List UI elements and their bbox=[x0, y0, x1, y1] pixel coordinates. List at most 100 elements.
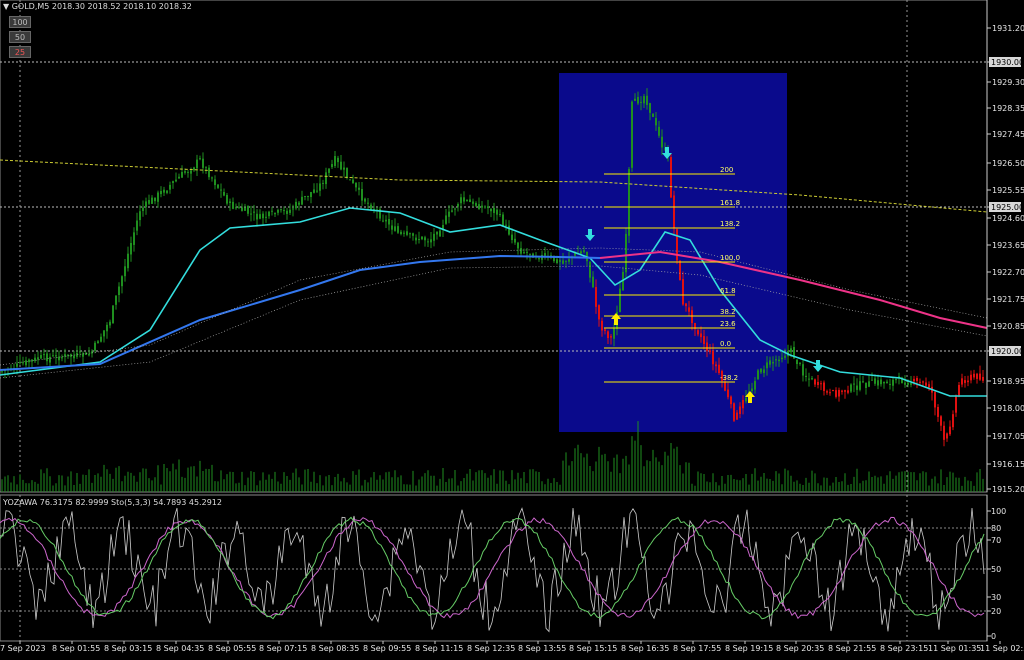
candle-body bbox=[289, 209, 291, 213]
candle-body bbox=[280, 209, 282, 211]
candle-body bbox=[355, 182, 357, 188]
candle-body bbox=[520, 248, 522, 254]
candle-body bbox=[841, 390, 843, 392]
candle-body bbox=[22, 362, 24, 364]
candle-body bbox=[295, 201, 297, 209]
candle-body bbox=[274, 213, 276, 215]
candle-body bbox=[679, 260, 681, 281]
candle-body bbox=[214, 179, 216, 186]
candle-body bbox=[940, 416, 942, 426]
time-tick-label: 8 Sep 09:55 bbox=[363, 644, 411, 653]
candle-body bbox=[832, 390, 834, 392]
candle-body bbox=[820, 383, 822, 385]
indicator-axis: 100 80 70 50 30 20 0 bbox=[986, 495, 1006, 641]
candle-body bbox=[799, 362, 801, 364]
time-tick-label: 8 Sep 08:35 bbox=[311, 644, 359, 653]
price-tick-label: 1921.75 bbox=[992, 295, 1024, 304]
candle-body bbox=[964, 380, 966, 383]
candle-body bbox=[391, 225, 393, 230]
chart-window[interactable]: 200 161.8 138.2 100.0 61.8 38.2 23.6 0.0 -38.2 1… bbox=[0, 0, 1024, 656]
candle-body bbox=[976, 373, 978, 379]
candle-body bbox=[838, 389, 840, 397]
zoom-50-button[interactable]: 50 bbox=[9, 31, 31, 43]
price-tick-label: 1927.45 bbox=[992, 130, 1024, 139]
time-axis: 7 Sep 2023 8 Sep 01:55 8 Sep 03:15 8 Sep 04… bbox=[0, 641, 1024, 653]
candle-body bbox=[877, 380, 879, 386]
price-tick-label: 1920.00 bbox=[991, 347, 1024, 356]
candle-body bbox=[517, 242, 519, 249]
candle-body bbox=[544, 253, 546, 256]
candle-body bbox=[100, 336, 102, 342]
candle-body bbox=[868, 381, 870, 387]
candle-body bbox=[607, 331, 609, 339]
candle-body bbox=[16, 363, 18, 367]
candle-body bbox=[247, 205, 249, 214]
price-chart[interactable]: 200161.8138.2100.061.838.223.60.0-38.2 1… bbox=[0, 0, 1024, 656]
candle-body bbox=[88, 353, 90, 356]
candle-body bbox=[454, 208, 456, 210]
candle-body bbox=[583, 250, 585, 252]
candle-body bbox=[604, 329, 606, 331]
candle-body bbox=[646, 95, 648, 105]
candle-body bbox=[418, 238, 420, 240]
candle-body bbox=[388, 218, 390, 225]
candle-body bbox=[739, 406, 741, 414]
fib-level-label: 23.6 bbox=[720, 320, 736, 328]
fibonacci-zone[interactable] bbox=[559, 73, 787, 432]
candle-body bbox=[658, 126, 660, 136]
indicator-tick-label: 80 bbox=[991, 524, 1001, 533]
zoom-25-button[interactable]: 25 bbox=[9, 46, 31, 58]
candle-body bbox=[190, 170, 192, 174]
candle-body bbox=[910, 383, 912, 385]
candle-body bbox=[199, 158, 201, 160]
candle-body bbox=[187, 171, 189, 173]
time-tick-label: 8 Sep 23:15 bbox=[880, 644, 928, 653]
price-axis: 1931.20 1930.00 1929.30 1928.35 1927.45 1926.… bbox=[986, 0, 1024, 494]
candle-body bbox=[490, 208, 492, 212]
candle-body bbox=[709, 350, 711, 353]
time-tick-label: 8 Sep 17:55 bbox=[673, 644, 721, 653]
candle-body bbox=[895, 379, 897, 381]
candle-body bbox=[652, 113, 654, 117]
candle-body bbox=[565, 260, 567, 262]
candle-body bbox=[592, 276, 594, 288]
candle-body bbox=[415, 237, 417, 241]
candle-body bbox=[661, 136, 663, 148]
zoom-100-button[interactable]: 100 bbox=[9, 16, 31, 28]
indicator-tick-label: 100 bbox=[991, 507, 1006, 516]
candle-body bbox=[922, 381, 924, 383]
menu-triangle-icon[interactable]: ▼ bbox=[3, 2, 9, 11]
candle-body bbox=[475, 203, 477, 206]
candle-body bbox=[808, 378, 810, 380]
candle-body bbox=[859, 381, 861, 390]
candle-body bbox=[238, 206, 240, 208]
candle-body bbox=[928, 384, 930, 388]
candle-body bbox=[331, 164, 333, 168]
candle-body bbox=[556, 259, 558, 263]
indicator-tick-label: 0 bbox=[991, 632, 996, 641]
price-tick-label: 1916.15 bbox=[992, 460, 1024, 469]
candle-body bbox=[235, 207, 237, 209]
price-tick-label: 1917.05 bbox=[992, 432, 1024, 441]
candle-body bbox=[655, 118, 657, 126]
time-tick-label: 8 Sep 01:55 bbox=[52, 644, 100, 653]
candle-body bbox=[904, 382, 906, 385]
candle-body bbox=[919, 381, 921, 383]
candle-body bbox=[220, 189, 222, 191]
candle-body bbox=[439, 230, 441, 237]
candle-body bbox=[49, 356, 51, 363]
candle-body bbox=[691, 310, 693, 324]
candle-body bbox=[163, 189, 165, 193]
candle-body bbox=[823, 382, 825, 391]
candle-body bbox=[649, 103, 651, 113]
candle-body bbox=[451, 210, 453, 212]
candle-body bbox=[955, 396, 957, 413]
candle-body bbox=[127, 253, 129, 269]
candle-body bbox=[142, 207, 144, 211]
candle-body bbox=[952, 414, 954, 428]
candle-body bbox=[949, 426, 951, 435]
candle-body bbox=[118, 286, 120, 295]
candle-body bbox=[724, 381, 726, 391]
candle-body bbox=[766, 362, 768, 369]
candle-body bbox=[31, 359, 33, 362]
